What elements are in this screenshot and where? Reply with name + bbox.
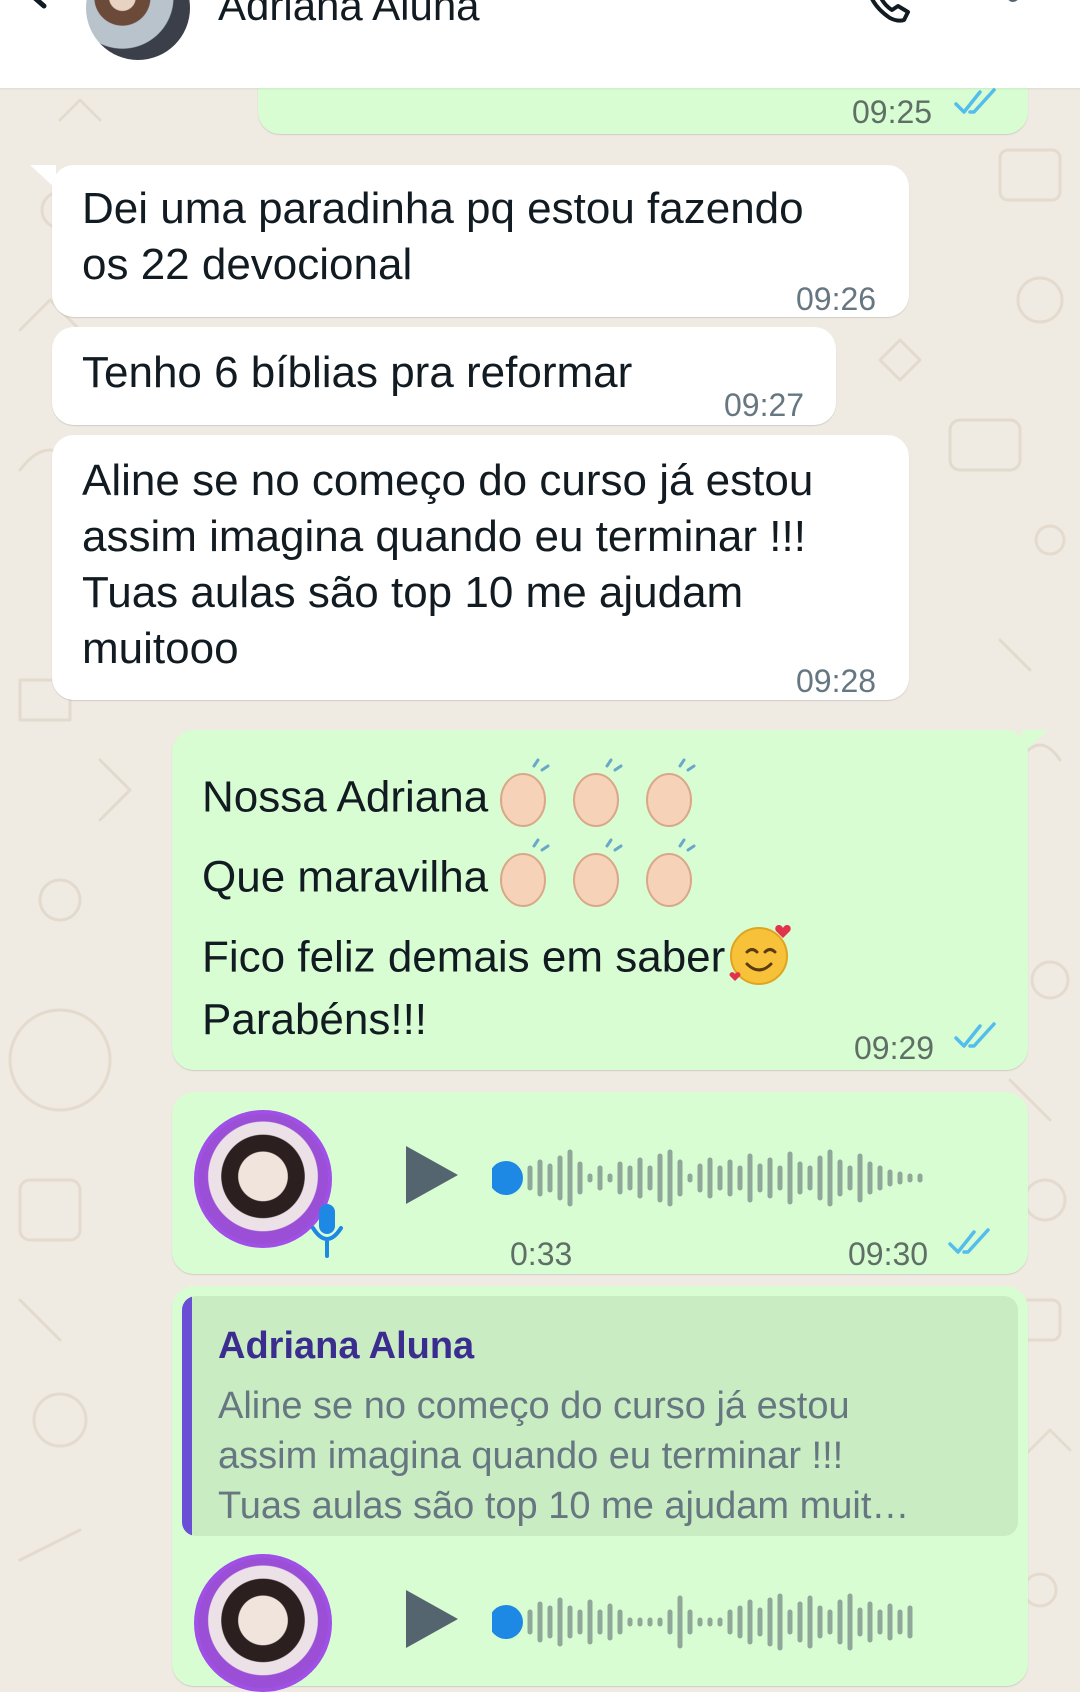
more-vertical-icon[interactable]: [998, 0, 1028, 38]
quoted-text: assim imagina quando eu terminar !!!: [218, 1435, 844, 1477]
double-check-icon: [954, 1022, 996, 1048]
message-text: os 22 devocional: [82, 240, 413, 289]
audio-waveform[interactable]: [492, 1148, 972, 1208]
quoted-message[interactable]: Adriana Aluna Aline se no começo do curs…: [182, 1296, 1018, 1536]
quoted-text: Tuas aulas são top 10 me ajudam muit…: [218, 1485, 910, 1527]
reply-voice-message[interactable]: Adriana Aluna Aline se no começo do curs…: [172, 1286, 1028, 1692]
message-incoming[interactable]: Tenho 6 bíblias pra reformar 09:27: [52, 327, 836, 425]
chat-header: Adriana Aluna: [0, 0, 1080, 88]
message-outgoing[interactable]: Nossa Adriana Que maravilha Fico feliz d…: [172, 730, 1028, 1070]
play-icon[interactable]: [400, 1586, 462, 1652]
clapping-hands-emoji: [488, 758, 698, 842]
contact-name[interactable]: Adriana Aluna: [218, 0, 480, 30]
message-text: Tuas aulas são top 10 me ajudam: [82, 568, 744, 617]
message-text: Parabéns!!!: [202, 995, 428, 1044]
phone-icon[interactable]: [858, 0, 928, 38]
message-text: Nossa Adriana: [202, 772, 489, 822]
clapping-hands-emoji: [488, 838, 698, 922]
voice-message[interactable]: 0:33 09:30: [172, 1092, 1028, 1274]
message-text: assim imagina quando eu terminar !!!: [82, 512, 806, 561]
message-line: Que maravilha: [202, 838, 698, 922]
audio-waveform[interactable]: [492, 1592, 972, 1652]
message-time: 09:28: [796, 663, 877, 699]
arrow-left-icon[interactable]: [20, 0, 80, 38]
message-time: 09:30: [848, 1236, 929, 1272]
quote-accent-bar: [182, 1296, 192, 1536]
play-icon[interactable]: [400, 1142, 462, 1208]
message-time: 09:29: [854, 1030, 935, 1066]
message-time: 09:26: [796, 281, 877, 317]
sender-avatar: [194, 1554, 332, 1692]
message-incoming[interactable]: Aline se no começo do curso já estou ass…: [52, 435, 909, 700]
message-text: Que maravilha: [202, 852, 489, 902]
message-time: 09:27: [724, 387, 805, 423]
quoted-text: Aline se no começo do curso já estou: [218, 1385, 850, 1427]
message-line: Fico feliz demais em saber: [202, 918, 797, 1002]
contact-avatar[interactable]: [86, 0, 190, 60]
microphone-icon: [311, 1204, 343, 1258]
message-line: Nossa Adriana: [202, 758, 698, 842]
quoted-author: Adriana Aluna: [218, 1325, 475, 1367]
double-check-icon: [954, 88, 996, 114]
message-incoming[interactable]: Dei uma paradinha pq estou fazendo os 22…: [52, 165, 909, 317]
message-text: Aline se no começo do curso já estou: [82, 456, 814, 505]
message-time: 09:25: [852, 94, 933, 130]
message-text: Dei uma paradinha pq estou fazendo: [82, 184, 804, 233]
smiling-face-with-hearts-emoji: [725, 918, 797, 1002]
message-text: Tenho 6 bíblias pra reformar: [82, 348, 633, 397]
double-check-icon: [948, 1228, 990, 1254]
audio-duration: 0:33: [510, 1236, 573, 1272]
message-text: Fico feliz demais em saber: [202, 932, 726, 982]
message-text: muitooo: [82, 624, 239, 673]
